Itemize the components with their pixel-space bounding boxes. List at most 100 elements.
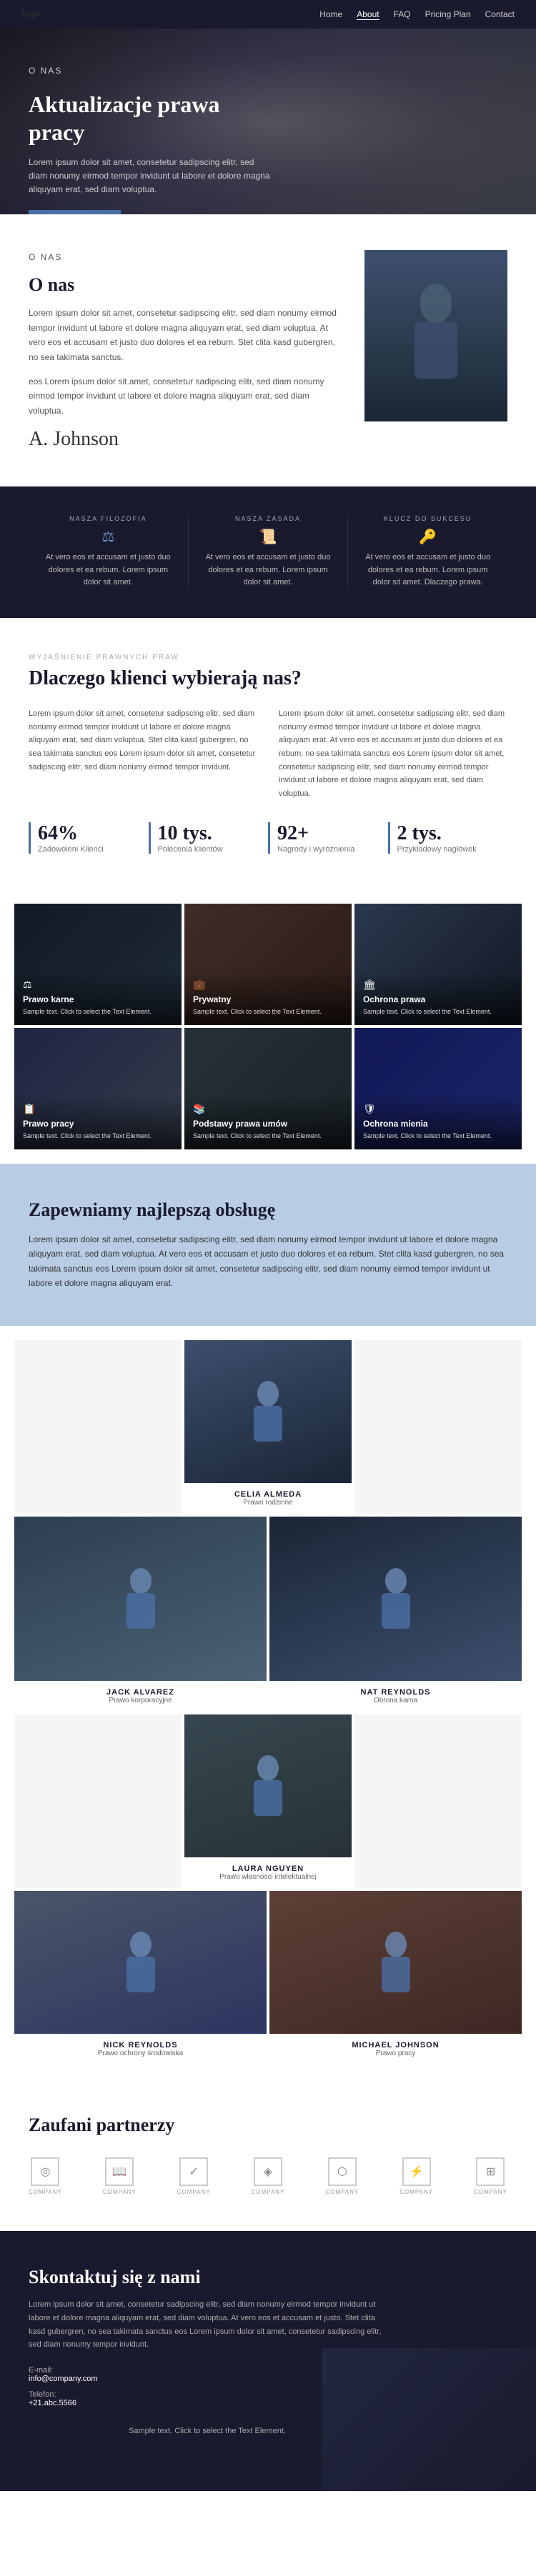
philosophy-label-1: NASZA FILOZOFIA [43,515,174,522]
team-info-nick: NICK REYNOLDS Prawo ochrony środowiska [14,2034,267,2065]
best-service-title: Zapewniamy najlepszą obsługę [29,1199,507,1221]
partner-3: ✓ COMPANY [177,2157,211,2195]
contact-email-value: info@company.com [29,2375,98,2383]
team-layout: CELIA ALMEDA Prawo rodzinne JACK ALVAREZ… [14,1340,522,2065]
team-photo-jack [14,1517,267,1681]
nav-links: Home About FAQ Pricing Plan Contact [319,9,515,20]
philosophy-icon-3: 🔑 [362,528,493,546]
partner-icon-2: 📖 [105,2157,134,2186]
partner-text-4: COMPANY [252,2189,285,2195]
person-icon-nick [119,1927,162,1998]
hero-section: O NAS Aktualizacje prawa pracy Lorem ips… [0,29,536,214]
team-photo-laura [184,1714,352,1857]
nav-contact[interactable]: Contact [485,9,515,20]
hero-description: Lorem ipsum dolor sit amet, consetetur s… [29,156,272,197]
team-empty-left2 [14,1714,182,1888]
team-empty-right2 [354,1714,522,1888]
stat-2: 10 tys. Polecenia klientów [149,822,254,854]
philosophy-text-3: At vero eos et accusam et justo duo dolo… [362,551,493,589]
partner-text-5: COMPANY [325,2189,359,2195]
team-card-nat: NAT REYNOLDS Obrona karna [269,1517,522,1712]
cell-icon-3: 🏛 [363,979,513,992]
practice-cell-5[interactable]: 📚 Podstawy prawa umów Sample text. Click… [184,1028,352,1149]
cell-content-3: 🏛 Ochrona prawa Sample text. Click to se… [354,971,522,1025]
philosophy-text-1: At vero eos et accusam et justo duo dolo… [43,551,174,589]
team-name-celia: CELIA ALMEDA [192,1490,344,1499]
philosophy-section: NASZA FILOZOFIA ⚖ At vero eos et accusam… [0,486,536,618]
partner-4: ◈ COMPANY [252,2157,285,2195]
philosophy-item-3: KLUCZ DO SUKCESU 🔑 At vero eos et accusa… [348,515,507,589]
partner-icon-1: ◎ [31,2157,59,2186]
hero-button[interactable]: Przeczytaj więcej [29,210,121,214]
cell-title-2: Prywatny [193,994,343,1004]
cell-text-2: Sample text. Click to select the Text El… [193,1007,343,1017]
cell-text-4: Sample text. Click to select the Text El… [23,1132,173,1141]
person-icon-nat [374,1563,417,1634]
navigation: logo Home About FAQ Pricing Plan Contact [0,0,536,29]
cell-title-5: Podstawy prawa umów [193,1119,343,1129]
partner-2: 📖 COMPANY [103,2157,137,2195]
practice-cell-1[interactable]: ⚖ Prawo karne Sample text. Click to sele… [14,904,182,1025]
practice-cell-6[interactable]: 🛡 Ochrona mienia Sample text. Click to s… [354,1028,522,1149]
stat-label-1: Zadowoleni Klienci [38,845,127,854]
stat-number-2: 10 tys. [158,822,247,845]
partner-5: ⬡ COMPANY [325,2157,359,2195]
philosophy-item-2: NASZA ZASADA 📜 At vero eos et accusam et… [189,515,349,589]
why-section: WYJAŚNIENIE PRAWNYCH PRAW Dlaczego klien… [0,618,536,889]
team-name-laura: LAURA NGUYEN [192,1864,344,1873]
practice-cell-4[interactable]: 📋 Prawo pracy Sample text. Click to sele… [14,1028,182,1149]
why-col-2: Lorem ipsum dolor sit amet, consetetur s… [279,707,507,801]
philosophy-item-1: NASZA FILOZOFIA ⚖ At vero eos et accusam… [29,515,189,589]
team-info-laura: LAURA NGUYEN Prawo własności intelektual… [184,1857,352,1888]
cell-content-4: 📋 Prawo pracy Sample text. Click to sele… [14,1095,182,1149]
contact-phone-value: +21.abc.5566 [29,2399,76,2407]
person-icon-jack [119,1563,162,1634]
team-card-jack: JACK ALVAREZ Prawo korporacyjne [14,1517,267,1712]
team-card-celia: CELIA ALMEDA Prawo rodzinne [184,1340,352,1514]
team-role-celia: Prawo rodzinne [192,1499,344,1507]
person-icon-laura [247,1750,289,1822]
partner-icon-7: ⊞ [476,2157,505,2186]
team-info-nat: NAT REYNOLDS Obrona karna [269,1681,522,1712]
partner-icon-5: ⬡ [328,2157,357,2186]
nav-pricing[interactable]: Pricing Plan [425,9,471,20]
partner-text-7: COMPANY [474,2189,507,2195]
cell-content-2: 💼 Prywatny Sample text. Click to select … [184,971,352,1025]
person-silhouette [400,279,472,393]
about-paragraph2: eos Lorem ipsum dolor sit amet, consetet… [29,374,343,418]
philosophy-label-3: KLUCZ DO SUKCESU [362,515,493,522]
cell-content-1: ⚖ Prawo karne Sample text. Click to sele… [14,971,182,1025]
cell-text-6: Sample text. Click to select the Text El… [363,1132,513,1141]
partners-row: ◎ COMPANY 📖 COMPANY ✓ COMPANY ◈ COMPANY … [29,2157,507,2195]
practice-grid: ⚖ Prawo karne Sample text. Click to sele… [14,904,522,1149]
hero-title: Aktualizacje prawa pracy [29,91,272,146]
team-card-michael: MICHAEL JOHNSON Prawo pracy [269,1891,522,2065]
practice-cell-2[interactable]: 💼 Prywatny Sample text. Click to select … [184,904,352,1025]
nav-home[interactable]: Home [319,9,342,20]
contact-phone-label: Telefon: [29,2390,56,2399]
contact-email-label: E-mail: [29,2366,53,2375]
stat-4: 2 tys. Przykładowy nagłówek [388,822,494,854]
team-name-nick: NICK REYNOLDS [21,2041,259,2050]
about-title: O nas [29,274,343,296]
stats-row: 64% Zadowoleni Klienci 10 tys. Polecenia… [29,822,507,854]
nav-about[interactable]: About [357,9,379,20]
why-label: WYJAŚNIENIE PRAWNYCH PRAW [29,654,507,662]
partner-text-3: COMPANY [177,2189,211,2195]
cell-icon-2: 💼 [193,979,343,992]
team-info-celia: CELIA ALMEDA Prawo rodzinne [184,1483,352,1514]
stat-number-1: 64% [38,822,127,845]
cell-text-3: Sample text. Click to select the Text El… [363,1007,513,1017]
philosophy-text-2: At vero eos et accusam et justo duo dolo… [203,551,334,589]
cell-title-3: Ochrona prawa [363,994,513,1004]
cell-icon-5: 📚 [193,1104,343,1116]
team-empty-left [14,1340,182,1514]
contact-title: Skontaktuj się z nami [29,2267,507,2288]
contact-description: Lorem ipsum dolor sit amet, consetetur s… [29,2298,386,2352]
nav-faq[interactable]: FAQ [394,9,411,20]
best-service-text: Lorem ipsum dolor sit amet, consetetur s… [29,1232,507,1291]
practice-cell-3[interactable]: 🏛 Ochrona prawa Sample text. Click to se… [354,904,522,1025]
philosophy-icon-1: ⚖ [43,528,174,546]
practice-areas-section: ⚖ Prawo karne Sample text. Click to sele… [0,889,536,1164]
cell-title-1: Prawo karne [23,994,173,1004]
